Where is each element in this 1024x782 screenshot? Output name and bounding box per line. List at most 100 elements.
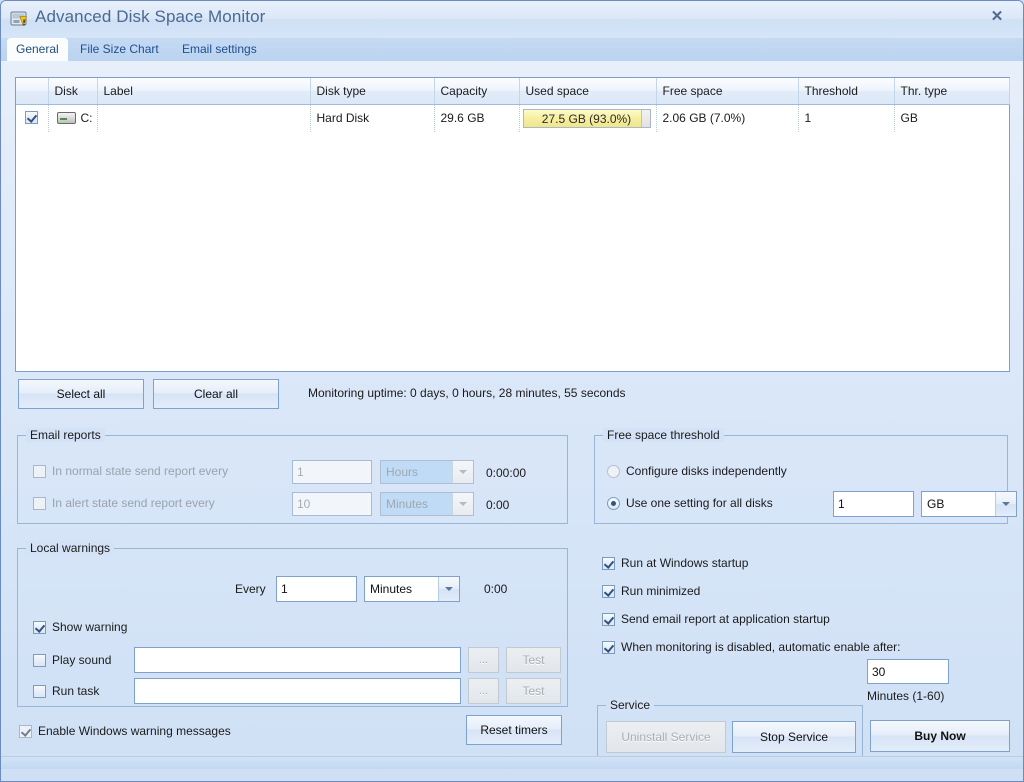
auto-enable-hint: Minutes (1-60): [867, 689, 944, 703]
column-header-capacity[interactable]: Capacity: [434, 78, 519, 104]
tab-email-settings[interactable]: Email settings: [173, 38, 266, 61]
table-row[interactable]: C: Hard Disk 29.6 GB 27.5 GB (93.0%): [16, 104, 1009, 132]
show-warning-label: Show warning: [52, 620, 127, 634]
alert-state-interval-input[interactable]: 10: [292, 492, 372, 516]
warning-interval-input[interactable]: 1: [276, 576, 357, 602]
alert-state-report-label: In alert state send report every: [52, 496, 215, 510]
enable-windows-warnings-checkbox[interactable]: [19, 725, 32, 738]
tab-file-size-chart[interactable]: File Size Chart: [71, 38, 168, 61]
cell-disk: C:: [48, 104, 97, 132]
run-task-test-button[interactable]: Test: [506, 678, 561, 704]
local-warnings-legend: Local warnings: [26, 541, 114, 555]
run-task-label: Run task: [52, 684, 99, 698]
uninstall-service-button[interactable]: Uninstall Service: [606, 721, 726, 753]
run-task-path-input[interactable]: [134, 678, 461, 704]
column-header-disk[interactable]: Disk: [48, 78, 97, 104]
cell-capacity: 29.6 GB: [434, 104, 519, 132]
threshold-unit-value: GB: [922, 497, 995, 511]
radio-configure-independently[interactable]: [607, 465, 620, 478]
chevron-down-icon[interactable]: [438, 577, 459, 601]
run-task-checkbox-row[interactable]: Run task: [33, 684, 99, 698]
status-bar: [1, 756, 1023, 769]
column-header-thr-type[interactable]: Thr. type: [894, 78, 1009, 104]
radio-configure-independently-label: Configure disks independently: [626, 464, 787, 478]
radio-one-setting-all-disks[interactable]: [607, 497, 620, 510]
column-header-free-space[interactable]: Free space: [656, 78, 798, 104]
run-task-browse-button[interactable]: ...: [468, 678, 499, 704]
play-sound-label: Play sound: [52, 653, 111, 667]
send-email-at-startup-checkbox[interactable]: [602, 613, 615, 626]
column-header-label[interactable]: Label: [97, 78, 310, 104]
tab-general[interactable]: General: [7, 38, 68, 61]
threshold-value-input[interactable]: 1: [833, 491, 914, 517]
monitoring-uptime-text: Monitoring uptime: 0 days, 0 hours, 28 m…: [308, 386, 626, 400]
auto-enable-monitoring-row[interactable]: When monitoring is disabled, automatic e…: [602, 640, 901, 654]
buy-now-button[interactable]: Buy Now: [870, 720, 1010, 752]
email-reports-legend: Email reports: [26, 428, 105, 442]
cell-label: [97, 104, 310, 132]
chevron-down-icon[interactable]: [452, 461, 473, 483]
chevron-down-icon[interactable]: [995, 492, 1016, 516]
warning-interval-unit-value: Minutes: [365, 582, 438, 596]
column-header-threshold[interactable]: Threshold: [798, 78, 894, 104]
used-space-text: 27.5 GB (93.0%): [524, 110, 650, 127]
clear-all-button[interactable]: Clear all: [153, 379, 279, 409]
play-sound-path-input[interactable]: [134, 647, 461, 673]
send-email-at-startup-row[interactable]: Send email report at application startup: [602, 612, 830, 626]
disk-warning-icon: [10, 10, 29, 29]
disk-row-checkbox[interactable]: [25, 111, 38, 124]
cell-threshold: 1: [798, 104, 894, 132]
chevron-down-icon[interactable]: [452, 493, 473, 515]
run-at-windows-startup-row[interactable]: Run at Windows startup: [602, 556, 748, 570]
free-space-threshold-legend: Free space threshold: [603, 428, 724, 442]
column-header-disk-type[interactable]: Disk type: [310, 78, 434, 104]
radio-one-setting-row[interactable]: Use one setting for all disks: [607, 496, 773, 510]
play-sound-checkbox-row[interactable]: Play sound: [33, 653, 111, 667]
run-minimized-row[interactable]: Run minimized: [602, 584, 700, 598]
normal-state-report-checkbox[interactable]: [33, 465, 46, 478]
threshold-unit-combo[interactable]: GB: [921, 491, 1017, 517]
enable-windows-warnings-label: Enable Windows warning messages: [38, 724, 231, 738]
run-task-checkbox[interactable]: [33, 685, 46, 698]
play-sound-test-button[interactable]: Test: [506, 647, 561, 673]
normal-state-report-checkbox-row[interactable]: In normal state send report every: [33, 464, 228, 478]
cell-thr-type: GB: [894, 104, 1009, 132]
run-at-windows-startup-checkbox[interactable]: [602, 557, 615, 570]
normal-state-unit-combo[interactable]: Hours: [380, 460, 474, 484]
alert-state-report-checkbox[interactable]: [33, 497, 46, 510]
enable-windows-warnings-row[interactable]: Enable Windows warning messages: [19, 724, 231, 738]
column-header-select[interactable]: [16, 78, 48, 104]
radio-configure-independently-row[interactable]: Configure disks independently: [607, 464, 787, 478]
show-warning-checkbox[interactable]: [33, 621, 46, 634]
tab-panel-general: Disk Label Disk type Capacity Used space…: [1, 61, 1023, 769]
run-at-windows-startup-label: Run at Windows startup: [621, 556, 748, 570]
normal-state-report-label: In normal state send report every: [52, 464, 228, 478]
row-select-cell[interactable]: [16, 104, 48, 132]
warning-interval-unit-combo[interactable]: Minutes: [364, 576, 460, 602]
free-space-threshold-group: Free space threshold Configure disks ind…: [594, 435, 1008, 524]
play-sound-checkbox[interactable]: [33, 654, 46, 667]
auto-enable-minutes-input[interactable]: 30: [867, 659, 949, 684]
reset-timers-button[interactable]: Reset timers: [466, 715, 562, 745]
normal-state-unit-value: Hours: [381, 461, 452, 483]
service-legend: Service: [606, 698, 654, 712]
alert-state-report-checkbox-row[interactable]: In alert state send report every: [33, 496, 215, 510]
alert-state-unit-combo[interactable]: Minutes: [380, 492, 474, 516]
show-warning-checkbox-row[interactable]: Show warning: [33, 620, 127, 634]
disk-list-view[interactable]: Disk Label Disk type Capacity Used space…: [15, 77, 1010, 372]
play-sound-browse-button[interactable]: ...: [468, 647, 499, 673]
auto-enable-monitoring-checkbox[interactable]: [602, 641, 615, 654]
alert-state-unit-value: Minutes: [381, 493, 452, 515]
normal-state-interval-input[interactable]: 1: [292, 460, 372, 484]
select-all-button[interactable]: Select all: [18, 379, 144, 409]
alert-state-timer: 0:00: [486, 498, 509, 512]
disk-table: Disk Label Disk type Capacity Used space…: [16, 78, 1010, 132]
warning-timer: 0:00: [484, 582, 507, 596]
cell-disk-letter: C:: [81, 111, 93, 125]
column-header-used-space[interactable]: Used space: [519, 78, 656, 104]
close-icon[interactable]: ✕: [977, 3, 1017, 29]
service-group: Service Uninstall Service Stop Service: [597, 705, 863, 760]
app-window: Advanced Disk Space Monitor ✕ General Fi…: [0, 0, 1024, 782]
run-minimized-checkbox[interactable]: [602, 585, 615, 598]
stop-service-button[interactable]: Stop Service: [732, 721, 856, 753]
